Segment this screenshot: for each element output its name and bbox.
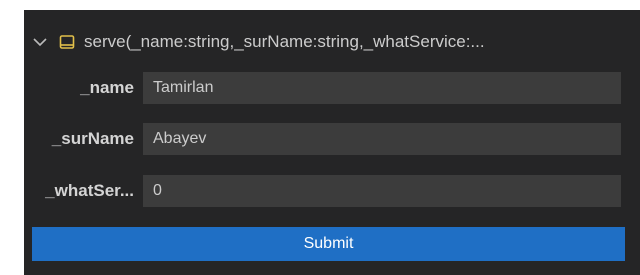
param-label-name: _name xyxy=(80,78,134,97)
function-panel: serve(_name:string,_surName:string,_what… xyxy=(24,10,640,275)
function-header[interactable]: serve(_name:string,_surName:string,_what… xyxy=(24,28,485,56)
param-label-whatservice: _whatSer... xyxy=(45,181,134,200)
submit-button[interactable]: Submit xyxy=(32,227,625,261)
param-input-name[interactable] xyxy=(143,72,621,104)
param-row-surname: _surName xyxy=(24,123,640,155)
param-input-whatservice[interactable] xyxy=(143,175,621,207)
chevron-down-icon[interactable] xyxy=(30,32,50,52)
method-icon xyxy=(58,33,76,51)
param-input-surname[interactable] xyxy=(143,123,621,155)
param-row-whatservice: _whatSer... xyxy=(24,175,640,207)
function-signature: serve(_name:string,_surName:string,_what… xyxy=(84,32,485,51)
param-row-name: _name xyxy=(24,72,640,104)
param-label-surname: _surName xyxy=(51,129,134,148)
